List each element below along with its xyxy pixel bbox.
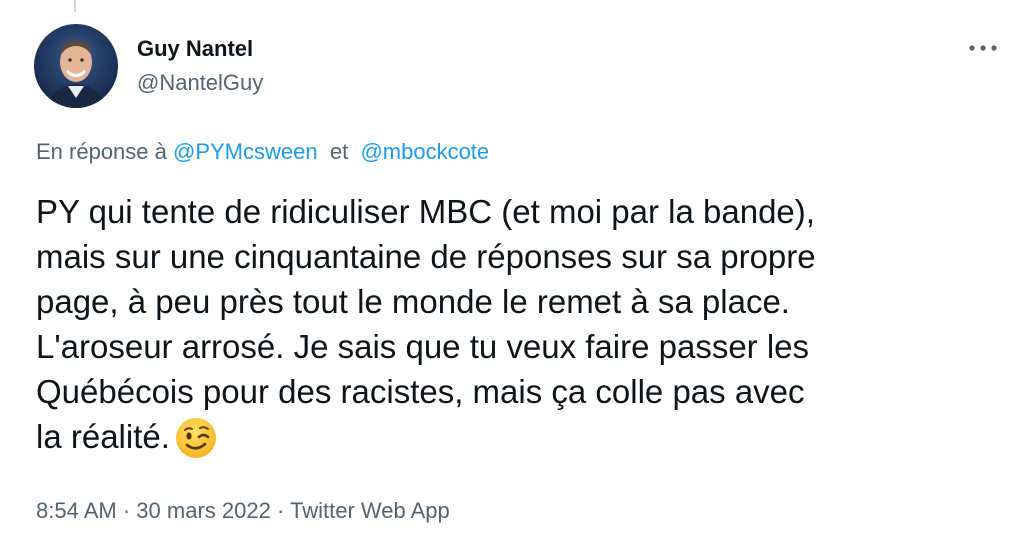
tweet-source[interactable]: Twitter Web App (290, 498, 450, 523)
tweet-body-line: mais sur une cinquantaine de réponses su… (36, 238, 816, 275)
meta-separator: · (276, 498, 285, 523)
mention-link-mbockcote[interactable]: @mbockcote (360, 139, 489, 164)
thread-connector-line (74, 0, 76, 12)
profile-photo-icon (34, 24, 118, 108)
tweet-body-line-text: la réalité. (36, 418, 170, 455)
tweet-body-last-line: la réalité. (36, 414, 1006, 471)
reply-context: En réponse à @PYMcsween et @mbockcote (36, 139, 489, 165)
avatar[interactable] (34, 24, 118, 108)
winking-face-icon (174, 416, 218, 471)
author-handle[interactable]: @NantelGuy (137, 70, 263, 96)
tweet-body-line: page, à peu près tout le monde le remet … (36, 283, 790, 320)
more-options-button[interactable] (966, 34, 1000, 62)
meta-separator: · (122, 498, 131, 523)
tweet-body: PY qui tente de ridiculiser MBC (et moi … (36, 189, 1006, 471)
tweet-body-line: PY qui tente de ridiculiser MBC (et moi … (36, 193, 815, 230)
tweet-metadata: 8:54 AM · 30 mars 2022 · Twitter Web App (36, 498, 450, 524)
tweet-body-line: L'aroseur arrosé. Je sais que tu veux fa… (36, 328, 810, 365)
mention-link-pymcsween[interactable]: @PYMcsween (173, 139, 318, 164)
reply-joiner: et (329, 139, 349, 164)
more-options-icon (969, 45, 997, 51)
tweet-time[interactable]: 8:54 AM (36, 498, 117, 523)
reply-prefix: En réponse à (36, 139, 167, 164)
tweet-body-line: Québécois pour des racistes, mais ça col… (36, 373, 805, 410)
author-display-name[interactable]: Guy Nantel (137, 36, 253, 62)
tweet-date[interactable]: 30 mars 2022 (136, 498, 271, 523)
